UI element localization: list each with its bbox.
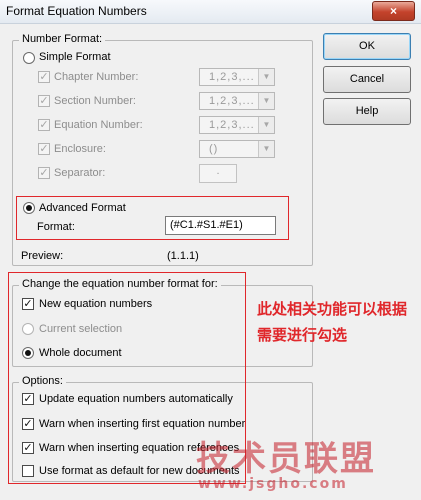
- number-format-legend: Number Format:: [19, 33, 106, 45]
- annotation-line-2: 需要进行勾选: [257, 326, 348, 344]
- format-equation-numbers-dialog: Format Equation Numbers × OK Cancel Help…: [0, 0, 421, 500]
- equation-number-select[interactable]: 1,2,3,... ▼: [199, 116, 275, 134]
- chapter-number-checkbox[interactable]: ✓: [38, 71, 50, 83]
- help-button[interactable]: Help: [323, 98, 411, 125]
- format-input[interactable]: (#C1.#S1.#E1): [165, 216, 276, 235]
- advanced-format-radio[interactable]: [23, 202, 35, 214]
- separator-label: Separator:: [54, 167, 106, 179]
- chevron-down-icon: ▼: [258, 141, 274, 157]
- section-number-select[interactable]: 1,2,3,... ▼: [199, 92, 275, 110]
- format-label: Format:: [37, 221, 75, 233]
- simple-format-radio[interactable]: [23, 52, 35, 64]
- chevron-down-icon: ▼: [258, 93, 274, 109]
- advanced-format-label: Advanced Format: [39, 202, 126, 214]
- enclosure-label: Enclosure:: [54, 143, 106, 155]
- close-button[interactable]: ×: [372, 1, 415, 21]
- ok-button[interactable]: OK: [323, 33, 411, 60]
- preview-label: Preview:: [21, 250, 64, 262]
- watermark-brand: 技术员联盟: [196, 439, 376, 479]
- chapter-number-value: 1,2,3,...: [209, 71, 255, 83]
- equation-number-label: Equation Number:: [54, 119, 143, 131]
- section-number-label: Section Number:: [54, 95, 136, 107]
- cancel-button[interactable]: Cancel: [323, 66, 411, 93]
- annotation-line-1: 此处相关功能可以根据: [257, 300, 408, 318]
- chapter-number-select[interactable]: 1,2,3,... ▼: [199, 68, 275, 86]
- window-title: Format Equation Numbers: [6, 4, 147, 18]
- separator-checkbox[interactable]: ✓: [38, 167, 50, 179]
- enclosure-checkbox[interactable]: ✓: [38, 143, 50, 155]
- chevron-down-icon: ▼: [258, 117, 274, 133]
- enclosure-select[interactable]: () ▼: [199, 140, 275, 158]
- enclosure-value: (): [209, 143, 219, 155]
- equation-number-checkbox[interactable]: ✓: [38, 119, 50, 131]
- equation-number-value: 1,2,3,...: [209, 119, 255, 131]
- separator-field[interactable]: .: [199, 164, 237, 183]
- annotation-text: 此处相关功能可以根据 需要进行勾选: [257, 296, 407, 348]
- title-bar: Format Equation Numbers ×: [0, 0, 421, 24]
- chevron-down-icon: ▼: [258, 69, 274, 85]
- simple-format-label: Simple Format: [39, 51, 111, 63]
- preview-value: (1.1.1): [167, 250, 199, 262]
- section-number-value: 1,2,3,...: [209, 95, 255, 107]
- watermark-url: www.jsgho.com: [198, 476, 348, 492]
- chapter-number-label: Chapter Number:: [54, 71, 139, 83]
- section-number-checkbox[interactable]: ✓: [38, 95, 50, 107]
